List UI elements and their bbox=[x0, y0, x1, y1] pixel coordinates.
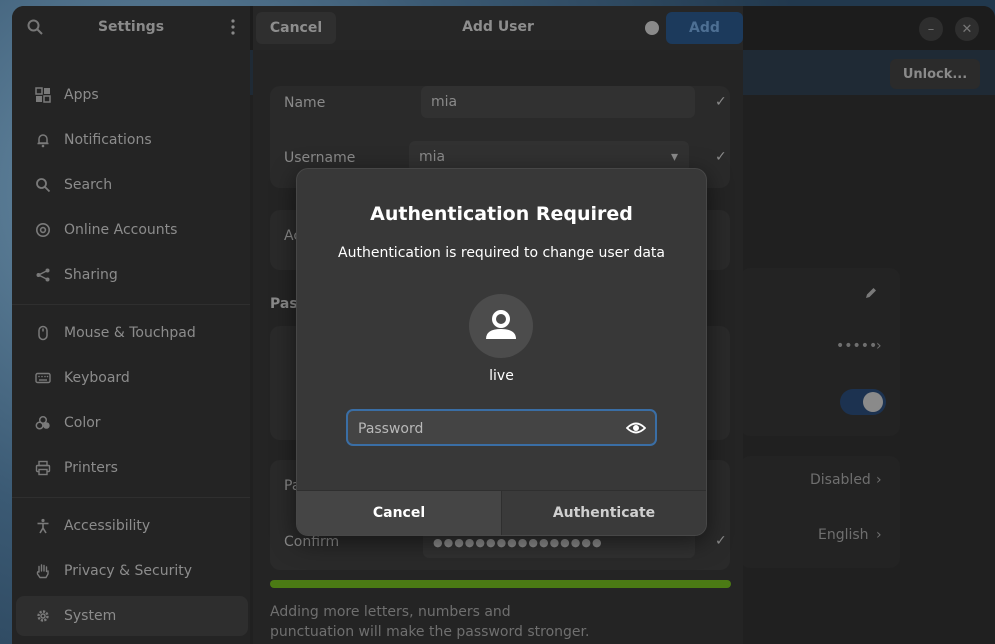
sidebar-item-label: Notifications bbox=[64, 132, 152, 148]
sidebar-item-label: Apps bbox=[64, 87, 99, 103]
add-user-header: Cancel Add User Add bbox=[253, 6, 743, 50]
auth-username: live bbox=[489, 368, 514, 384]
sidebar-item-label: Search bbox=[64, 177, 113, 193]
share-icon bbox=[28, 265, 58, 285]
check-icon: ✓ bbox=[715, 94, 727, 110]
mouse-icon bbox=[28, 323, 58, 343]
accessibility-icon bbox=[28, 516, 58, 536]
close-icon: ✕ bbox=[961, 21, 973, 37]
sidebar-item-online-accounts[interactable]: Online Accounts bbox=[16, 210, 248, 250]
search-icon bbox=[28, 175, 58, 195]
password-strength-bar bbox=[270, 580, 731, 588]
sidebar-item-label: Accessibility bbox=[64, 518, 151, 534]
eye-icon[interactable] bbox=[626, 419, 646, 437]
palette-icon bbox=[28, 413, 58, 433]
sidebar-item-label: Color bbox=[64, 415, 101, 431]
sidebar-title: Settings bbox=[97, 19, 165, 35]
check-icon: ✓ bbox=[715, 149, 727, 165]
chevron-right-icon[interactable]: › bbox=[876, 472, 882, 488]
password-entry bbox=[346, 409, 657, 446]
sidebar-item-label: Printers bbox=[64, 460, 118, 476]
help-icon[interactable] bbox=[645, 21, 659, 35]
sidebar-item-printers[interactable]: Printers bbox=[16, 448, 248, 488]
sidebar-item-color[interactable]: Color bbox=[16, 403, 248, 443]
autologin-value: Disabled bbox=[810, 472, 871, 488]
sidebar-item-label: Privacy & Security bbox=[64, 563, 192, 579]
minimize-button[interactable]: – bbox=[919, 17, 943, 41]
check-icon: ✓ bbox=[715, 533, 727, 549]
printer-icon bbox=[28, 458, 58, 478]
gear-icon bbox=[28, 606, 58, 626]
sidebar-item-keyboard[interactable]: Keyboard bbox=[16, 358, 248, 398]
add-user-add-button[interactable]: Add bbox=[666, 12, 743, 44]
hand-icon bbox=[28, 561, 58, 581]
sidebar-item-privacy-security[interactable]: Privacy & Security bbox=[16, 551, 248, 591]
sidebar-item-accessibility[interactable]: Accessibility bbox=[16, 506, 248, 546]
close-button[interactable]: ✕ bbox=[955, 17, 979, 41]
menu-icon[interactable] bbox=[224, 18, 242, 36]
name-label: Name bbox=[284, 95, 326, 111]
sidebar-item-label: Online Accounts bbox=[64, 222, 178, 238]
confirm-label: Confirm bbox=[284, 534, 340, 550]
sidebar: Settings Apps Notifications Search Onlin… bbox=[12, 6, 250, 644]
auth-button-row: Cancel Authenticate bbox=[297, 490, 706, 535]
sidebar-item-label: Sharing bbox=[64, 267, 118, 283]
password-strength-hint: Adding more letters, numbers and punctua… bbox=[270, 604, 590, 640]
sidebar-header: Settings bbox=[12, 6, 250, 50]
sidebar-item-sharing[interactable]: Sharing bbox=[16, 255, 248, 295]
chevron-right-icon[interactable]: › bbox=[876, 527, 882, 543]
apps-icon bbox=[28, 85, 58, 105]
sidebar-item-system[interactable]: System bbox=[16, 596, 248, 636]
sidebar-item-label: System bbox=[64, 608, 117, 624]
password-input[interactable] bbox=[356, 411, 620, 446]
sidebar-separator bbox=[12, 304, 250, 305]
chevron-down-icon[interactable]: ▾ bbox=[671, 149, 678, 165]
keyboard-icon bbox=[28, 368, 58, 388]
sidebar-item-apps[interactable]: Apps bbox=[16, 75, 248, 115]
auth-description: Authentication is required to change use… bbox=[338, 245, 665, 261]
unlock-button[interactable]: Unlock... bbox=[890, 59, 980, 89]
chevron-right-icon[interactable]: › bbox=[876, 338, 882, 354]
name-field[interactable]: mia bbox=[421, 86, 695, 118]
sidebar-item-label: Keyboard bbox=[64, 370, 130, 386]
bell-icon bbox=[28, 130, 58, 150]
authenticate-button[interactable]: Authenticate bbox=[502, 491, 706, 535]
pencil-icon[interactable] bbox=[864, 286, 878, 300]
auth-title: Authentication Required bbox=[370, 203, 633, 225]
minimize-icon: – bbox=[927, 21, 935, 37]
sidebar-item-notifications[interactable]: Notifications bbox=[16, 120, 248, 160]
admin-toggle[interactable] bbox=[840, 389, 886, 415]
auth-cancel-button[interactable]: Cancel bbox=[297, 491, 502, 535]
sidebar-item-mouse-touchpad[interactable]: Mouse & Touchpad bbox=[16, 313, 248, 353]
avatar bbox=[469, 294, 533, 358]
at-icon bbox=[28, 220, 58, 240]
sidebar-item-search[interactable]: Search bbox=[16, 165, 248, 205]
sidebar-separator bbox=[12, 497, 250, 498]
user-icon bbox=[486, 310, 516, 339]
sidebar-item-label: Mouse & Touchpad bbox=[64, 325, 196, 341]
password-dots: ••••• bbox=[836, 338, 878, 354]
language-value: English bbox=[818, 527, 869, 543]
authentication-dialog: Authentication Required Authentication i… bbox=[296, 168, 707, 536]
username-label: Username bbox=[284, 150, 356, 166]
